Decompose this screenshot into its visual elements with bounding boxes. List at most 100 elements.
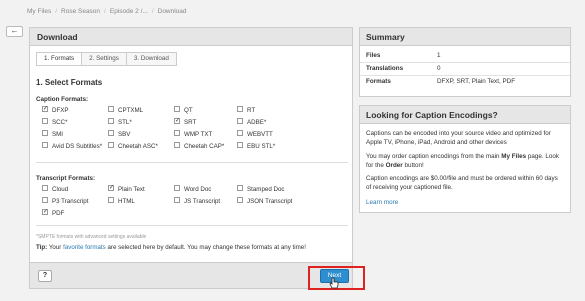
checkbox[interactable] bbox=[108, 142, 114, 149]
format-option-webvtt[interactable]: WEBVTT bbox=[237, 130, 273, 139]
checkbox[interactable]: ✓ bbox=[174, 118, 180, 125]
checkbox[interactable] bbox=[42, 130, 48, 137]
checkbox[interactable] bbox=[237, 185, 243, 192]
format-option-avid-ds[interactable]: Avid DS Subtitles* bbox=[42, 142, 103, 151]
section-title: 1. Select Formats bbox=[36, 78, 103, 87]
tip-text: Tip: Your favorite formats are selected … bbox=[36, 244, 306, 251]
breadcrumb-project[interactable]: Rose Season bbox=[61, 8, 100, 15]
breadcrumb: My Files / Rose Season / Episode 2 /... / Down… bbox=[27, 8, 187, 15]
format-option-stl[interactable]: STL* bbox=[108, 118, 132, 127]
format-option-cheetah-cap[interactable]: Cheetah CAP* bbox=[174, 142, 224, 151]
encodings-price-text: Caption encodings are $0.00/file and mus… bbox=[366, 175, 558, 191]
help-button[interactable]: ? bbox=[38, 270, 52, 282]
step-settings[interactable]: 2. Settings bbox=[81, 52, 127, 66]
checkbox[interactable] bbox=[174, 185, 180, 192]
tip-pre: Your bbox=[48, 244, 62, 251]
checkbox[interactable] bbox=[237, 130, 243, 137]
format-label: Cloud bbox=[52, 186, 69, 193]
checkbox[interactable] bbox=[237, 197, 243, 204]
format-option-cptxml[interactable]: CPTXML bbox=[108, 106, 143, 115]
arrow-left-icon: ← bbox=[10, 26, 19, 35]
format-option-json-transcript[interactable]: JSON Transcript bbox=[237, 197, 293, 206]
checkbox[interactable] bbox=[174, 106, 180, 113]
format-label: SMI bbox=[52, 131, 64, 138]
checkbox[interactable] bbox=[237, 118, 243, 125]
format-option-js-transcript[interactable]: JS Transcript bbox=[174, 197, 221, 206]
checkbox[interactable] bbox=[108, 106, 114, 113]
checkbox[interactable] bbox=[42, 142, 48, 149]
format-label: HTML bbox=[118, 198, 135, 205]
step-download[interactable]: 3. Download bbox=[125, 52, 177, 66]
format-option-sbv[interactable]: SBV bbox=[108, 130, 131, 139]
checkbox[interactable] bbox=[42, 197, 48, 204]
checkbox[interactable]: ✓ bbox=[42, 106, 48, 113]
checkbox[interactable] bbox=[237, 106, 243, 113]
summary-panel: Summary Files 1 Translations 0 Formats DFXP… bbox=[359, 27, 571, 97]
tip-label: Tip: bbox=[36, 244, 48, 251]
format-label: Word Doc bbox=[184, 186, 212, 193]
format-option-dfxp[interactable]: ✓ DFXP bbox=[42, 106, 69, 115]
format-option-word-doc[interactable]: Word Doc bbox=[174, 185, 212, 194]
checkbox[interactable]: ✓ bbox=[108, 185, 114, 192]
step-formats[interactable]: 1. Formats bbox=[36, 52, 83, 66]
summary-value: DFXP, SRT, Plain Text, PDF bbox=[437, 78, 516, 85]
format-option-adbe[interactable]: ADBE* bbox=[237, 118, 266, 127]
checkbox[interactable] bbox=[237, 142, 243, 149]
summary-key: Formats bbox=[366, 78, 391, 85]
smpte-note: *SMPTE formats with advanced settings av… bbox=[36, 234, 147, 240]
download-title: Download bbox=[30, 28, 352, 46]
encodings-order-text: You may order caption encodings from the… bbox=[366, 153, 564, 170]
checkbox[interactable] bbox=[174, 142, 180, 149]
checkbox[interactable] bbox=[42, 118, 48, 125]
help-icon: ? bbox=[42, 272, 48, 279]
breadcrumb-separator: / bbox=[55, 8, 58, 15]
format-option-qt[interactable]: QT bbox=[174, 106, 193, 115]
format-option-scc[interactable]: SCC* bbox=[42, 118, 67, 127]
format-label: EBU STL* bbox=[247, 143, 276, 150]
encodings-title: Looking for Caption Encodings? bbox=[360, 106, 570, 124]
format-label: SBV bbox=[118, 131, 131, 138]
format-option-stamped-doc[interactable]: Stamped Doc bbox=[237, 185, 285, 194]
format-label: JSON Transcript bbox=[247, 198, 293, 205]
breadcrumb-my-files[interactable]: My Files bbox=[27, 8, 51, 15]
learn-more-link[interactable]: Learn more bbox=[366, 199, 398, 206]
order-bold: Order bbox=[385, 161, 403, 169]
checkbox[interactable] bbox=[174, 130, 180, 137]
format-option-plain-text[interactable]: ✓ Plain Text bbox=[108, 185, 145, 194]
format-option-rt[interactable]: RT bbox=[237, 106, 255, 115]
format-label: PDF bbox=[52, 210, 65, 217]
format-label: Avid DS Subtitles* bbox=[52, 143, 103, 150]
checkbox[interactable] bbox=[108, 197, 114, 204]
checkbox[interactable] bbox=[108, 118, 114, 125]
order-text-pre: You may order caption encodings from the… bbox=[366, 153, 500, 160]
format-option-p3-transcript[interactable]: P3 Transcript bbox=[42, 197, 88, 206]
format-option-cloud[interactable]: Cloud bbox=[42, 185, 69, 194]
format-label: Plain Text bbox=[118, 186, 145, 193]
format-option-pdf[interactable]: ✓ PDF bbox=[42, 209, 65, 218]
format-label: SRT bbox=[184, 119, 197, 126]
format-option-cheetah-asc[interactable]: Cheetah ASC* bbox=[108, 142, 158, 151]
step-wizard: 1. Formats 2. Settings 3. Download bbox=[36, 52, 177, 66]
checkbox[interactable]: ✓ bbox=[42, 209, 48, 216]
format-option-html[interactable]: HTML bbox=[108, 197, 135, 206]
favorite-formats-link[interactable]: favorite formats bbox=[63, 244, 106, 251]
back-button[interactable]: ← bbox=[6, 26, 23, 37]
checkbox[interactable] bbox=[108, 130, 114, 137]
download-footer: ? bbox=[29, 262, 353, 289]
format-option-wmp-txt[interactable]: WMP TXT bbox=[174, 130, 212, 139]
checkbox[interactable] bbox=[174, 197, 180, 204]
format-option-smi[interactable]: SMI bbox=[42, 130, 64, 139]
checkbox[interactable] bbox=[42, 185, 48, 192]
format-option-srt[interactable]: ✓ SRT bbox=[174, 118, 197, 127]
format-label: JS Transcript bbox=[184, 198, 221, 205]
breadcrumb-episode[interactable]: Episode 2 /... bbox=[110, 8, 148, 15]
summary-row-translations: Translations 0 bbox=[360, 63, 570, 76]
format-label: DFXP bbox=[52, 107, 69, 114]
summary-title: Summary bbox=[360, 28, 570, 46]
order-text-post: button! bbox=[404, 161, 424, 169]
summary-row-formats: Formats DFXP, SRT, Plain Text, PDF bbox=[360, 76, 570, 89]
transcript-formats-label: Transcript Formats: bbox=[36, 175, 96, 182]
summary-value: 0 bbox=[437, 65, 441, 72]
download-panel: Download 1. Formats 2. Settings 3. Downl… bbox=[29, 27, 353, 289]
format-option-ebu-stl[interactable]: EBU STL* bbox=[237, 142, 276, 151]
